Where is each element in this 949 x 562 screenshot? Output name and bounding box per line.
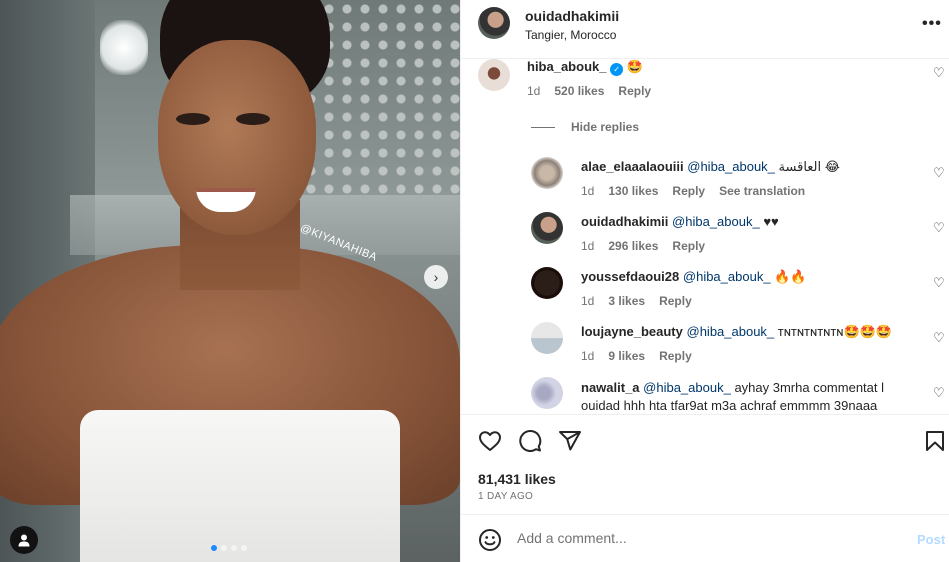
mention-link[interactable]: @hiba_abouk_ [687, 324, 775, 339]
post-comment-button[interactable]: Post [917, 532, 945, 547]
comment-age: 1d [581, 294, 595, 308]
photo-subject-eye [176, 113, 210, 125]
comment-likes[interactable]: 9 likes [608, 349, 645, 363]
heart-icon[interactable]: ♡ [933, 165, 945, 181]
heart-icon[interactable] [478, 429, 502, 453]
reply-comment: ouidadhakimii @hiba_abouk_ ♥♥ 1d 296 lik… [461, 212, 949, 262]
see-translation-button[interactable]: See translation [719, 184, 805, 198]
commenter-username[interactable]: youssefdaoui28 [581, 269, 679, 284]
mention-link[interactable]: @hiba_abouk_ [683, 269, 771, 284]
reply-button[interactable]: Reply [618, 84, 651, 98]
comment-text: ayhay 3mrha commentat l [734, 380, 885, 395]
comment-text: 🔥🔥 [774, 269, 807, 284]
commenter-avatar[interactable] [531, 157, 563, 189]
heart-icon[interactable]: ♡ [933, 330, 945, 346]
comment-likes[interactable]: 296 likes [608, 239, 658, 253]
heart-icon[interactable]: ♡ [933, 65, 945, 81]
carousel-dot [221, 545, 227, 551]
hide-replies-label: Hide replies [571, 120, 640, 134]
post-details-pane: ouidadhakimii Tangier, Morocco ••• hiba_… [460, 0, 949, 562]
tagged-user-button[interactable] [10, 526, 38, 554]
post-header: ouidadhakimii Tangier, Morocco ••• [461, 0, 949, 59]
commenter-avatar[interactable] [531, 322, 563, 354]
chevron-right-icon: › [433, 269, 439, 285]
post-location[interactable]: Tangier, Morocco [525, 28, 616, 42]
reply-comment: alae_elaaalaouiii @hiba_abouk_ العاقسة 😂… [461, 157, 949, 207]
hide-replies-button[interactable]: Hide replies [531, 120, 639, 134]
emoji-icon[interactable] [478, 528, 502, 552]
carousel-indicator [211, 545, 247, 551]
carousel-next-button[interactable]: › [424, 265, 448, 289]
user-icon [18, 534, 30, 547]
comment-age: 1d [581, 184, 595, 198]
post-timestamp[interactable]: 1 DAY AGO [478, 491, 533, 502]
bookmark-icon[interactable] [923, 429, 947, 453]
post-actions-bar: 81,431 likes 1 DAY AGO [461, 414, 949, 502]
author-avatar[interactable] [478, 7, 510, 39]
comment: hiba_abouk_ ✓ 🤩 1d 520 likes Reply ♡ [461, 59, 949, 119]
comment-meta: 1d 9 likes Reply [581, 349, 692, 363]
photo-subject-eye [236, 113, 270, 125]
commenter-avatar[interactable] [531, 377, 563, 409]
instagram-post-view: @KIYANAHIBA › ouidadhakimii Tangier, Mor… [0, 0, 949, 562]
comment-meta: 1d 130 likes Reply See translation [581, 184, 805, 198]
comment-meta: 1d 520 likes Reply [527, 84, 651, 98]
reply-button[interactable]: Reply [672, 239, 705, 253]
more-icon[interactable]: ••• [922, 15, 942, 33]
commenter-avatar[interactable] [531, 267, 563, 299]
comment-text: ᴛɴᴛɴᴛɴᴛɴᴛɴ🤩🤩🤩 [777, 324, 893, 339]
heart-icon[interactable]: ♡ [933, 275, 945, 291]
comment-text: 🤩 [626, 59, 643, 74]
reply-button[interactable]: Reply [659, 294, 692, 308]
reply-comment: loujayne_beauty @hiba_abouk_ ᴛɴᴛɴᴛɴᴛɴᴛɴ🤩… [461, 322, 949, 372]
comment-likes[interactable]: 3 likes [608, 294, 645, 308]
comment-text: العاقسة 😂 [778, 159, 840, 174]
carousel-dot [231, 545, 237, 551]
commenter-avatar[interactable] [531, 212, 563, 244]
comments-list[interactable]: hiba_abouk_ ✓ 🤩 1d 520 likes Reply ♡ Hid… [461, 59, 949, 414]
comment-composer: Post [461, 514, 949, 562]
commenter-username[interactable]: nawalit_a [581, 380, 640, 395]
divider [531, 126, 555, 128]
comment-age: 1d [527, 84, 541, 98]
comment-icon[interactable] [518, 429, 542, 453]
comment-text: ♥♥ [763, 214, 779, 229]
mention-link[interactable]: @hiba_abouk_ [672, 214, 760, 229]
reply-comment: youssefdaoui28 @hiba_abouk_ 🔥🔥 1d 3 like… [461, 267, 949, 317]
mention-link[interactable]: @hiba_abouk_ [643, 380, 731, 395]
send-icon[interactable] [558, 429, 582, 453]
comment-text-continued: ouidad hhh hta tfar9at m3a achraf emmmm … [581, 398, 878, 413]
photo-background-light [100, 20, 148, 75]
reply-button[interactable]: Reply [659, 349, 692, 363]
heart-icon[interactable]: ♡ [933, 385, 945, 401]
heart-icon[interactable]: ♡ [933, 220, 945, 236]
commenter-username[interactable]: loujayne_beauty [581, 324, 683, 339]
carousel-dot [211, 545, 217, 551]
post-photo[interactable]: @KIYANAHIBA › [0, 0, 460, 562]
reply-button[interactable]: Reply [672, 184, 705, 198]
mention-link[interactable]: @hiba_abouk_ [687, 159, 775, 174]
verified-badge-icon: ✓ [610, 63, 624, 76]
comment-likes[interactable]: 130 likes [608, 184, 658, 198]
commenter-username[interactable]: hiba_abouk_ [527, 59, 606, 74]
commenter-avatar[interactable] [478, 59, 510, 91]
commenter-username[interactable]: alae_elaaalaouiii [581, 159, 684, 174]
like-count[interactable]: 81,431 likes [478, 471, 556, 487]
comment-input[interactable] [517, 526, 897, 550]
photo-subject-dress [80, 410, 400, 562]
carousel-dot [241, 545, 247, 551]
comment-age: 1d [581, 239, 595, 253]
author-username[interactable]: ouidadhakimii [525, 8, 619, 24]
reply-comment: nawalit_a @hiba_abouk_ ayhay 3mrha comme… [461, 377, 949, 414]
comment-meta: 1d 296 likes Reply [581, 239, 705, 253]
commenter-username[interactable]: ouidadhakimii [581, 214, 668, 229]
comment-likes[interactable]: 520 likes [554, 84, 604, 98]
comment-age: 1d [581, 349, 595, 363]
comment-meta: 1d 3 likes Reply [581, 294, 692, 308]
